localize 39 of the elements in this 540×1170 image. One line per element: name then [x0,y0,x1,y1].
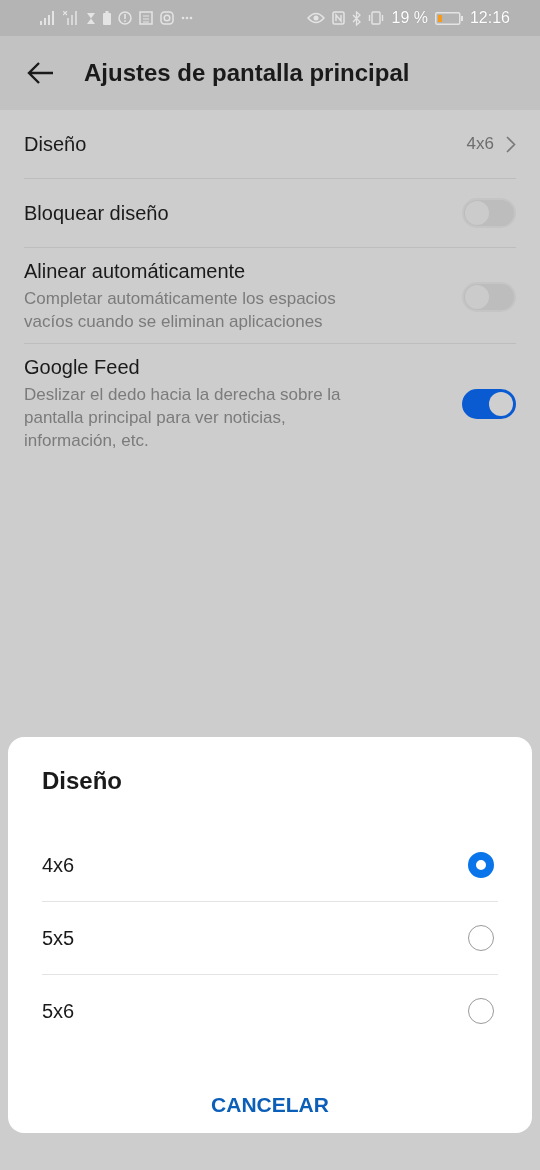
settings-item[interactable]: Alinear automáticamente Completar automáticamente los espacios vacíos cuando se eliminan aplicaciones [24,248,516,344]
settings-item[interactable]: Bloquear diseño [24,179,516,248]
radio-button[interactable] [468,852,494,878]
no-signal-icon [63,11,79,25]
nfc-icon [332,11,346,25]
setting-description: Deslizar el dedo hacia la derecha sobre la pantalla principal para ver noticias, información, etc. [24,384,342,452]
dialog-title: Diseño [42,767,123,795]
settings-item[interactable]: Google Feed Deslizar el dedo hacia la derecha sobre la pantalla principal para ver noticias, información, etc. [24,344,516,462]
hourglass-icon [86,11,96,25]
toggle-switch[interactable] [462,389,516,419]
vibrate-icon [368,11,385,25]
signal-icon [40,11,56,25]
camera-icon [160,11,174,25]
alert-icon [118,11,132,25]
battery-icon [434,11,463,25]
page-title: Ajustes de pantalla principal [84,59,410,87]
clock: 12:16 [469,9,510,27]
option-label: 4x6 [42,853,75,877]
chevron-right-icon [506,135,516,153]
setting-title: Alinear automáticamente [24,260,247,283]
option-item[interactable]: 5x6 [42,975,498,1047]
more-icon [181,16,193,20]
option-item[interactable]: 5x5 [42,902,498,975]
setting-title: Google Feed [24,356,141,379]
option-label: 5x6 [42,999,75,1023]
setting-title: Bloquear diseño [24,201,170,225]
option-item[interactable]: 4x6 [42,829,498,902]
setting-value: 4x6 [466,134,494,154]
setting-title: Diseño [24,132,88,156]
battery-alert-icon [103,11,111,25]
setting-description: Completar automáticamente los espacios vacíos cuando se eliminan aplicaciones [24,288,337,333]
option-label: 5x5 [42,926,75,950]
bluetooth-icon [352,10,362,26]
back-arrow-icon[interactable] [26,61,54,85]
eye-icon [307,12,326,24]
cancel-button[interactable]: CANCELAR [201,1087,339,1123]
news-icon [139,11,153,25]
settings-item[interactable]: Diseño 4x6 [24,110,516,179]
battery-percentage: 19 % [391,9,428,27]
